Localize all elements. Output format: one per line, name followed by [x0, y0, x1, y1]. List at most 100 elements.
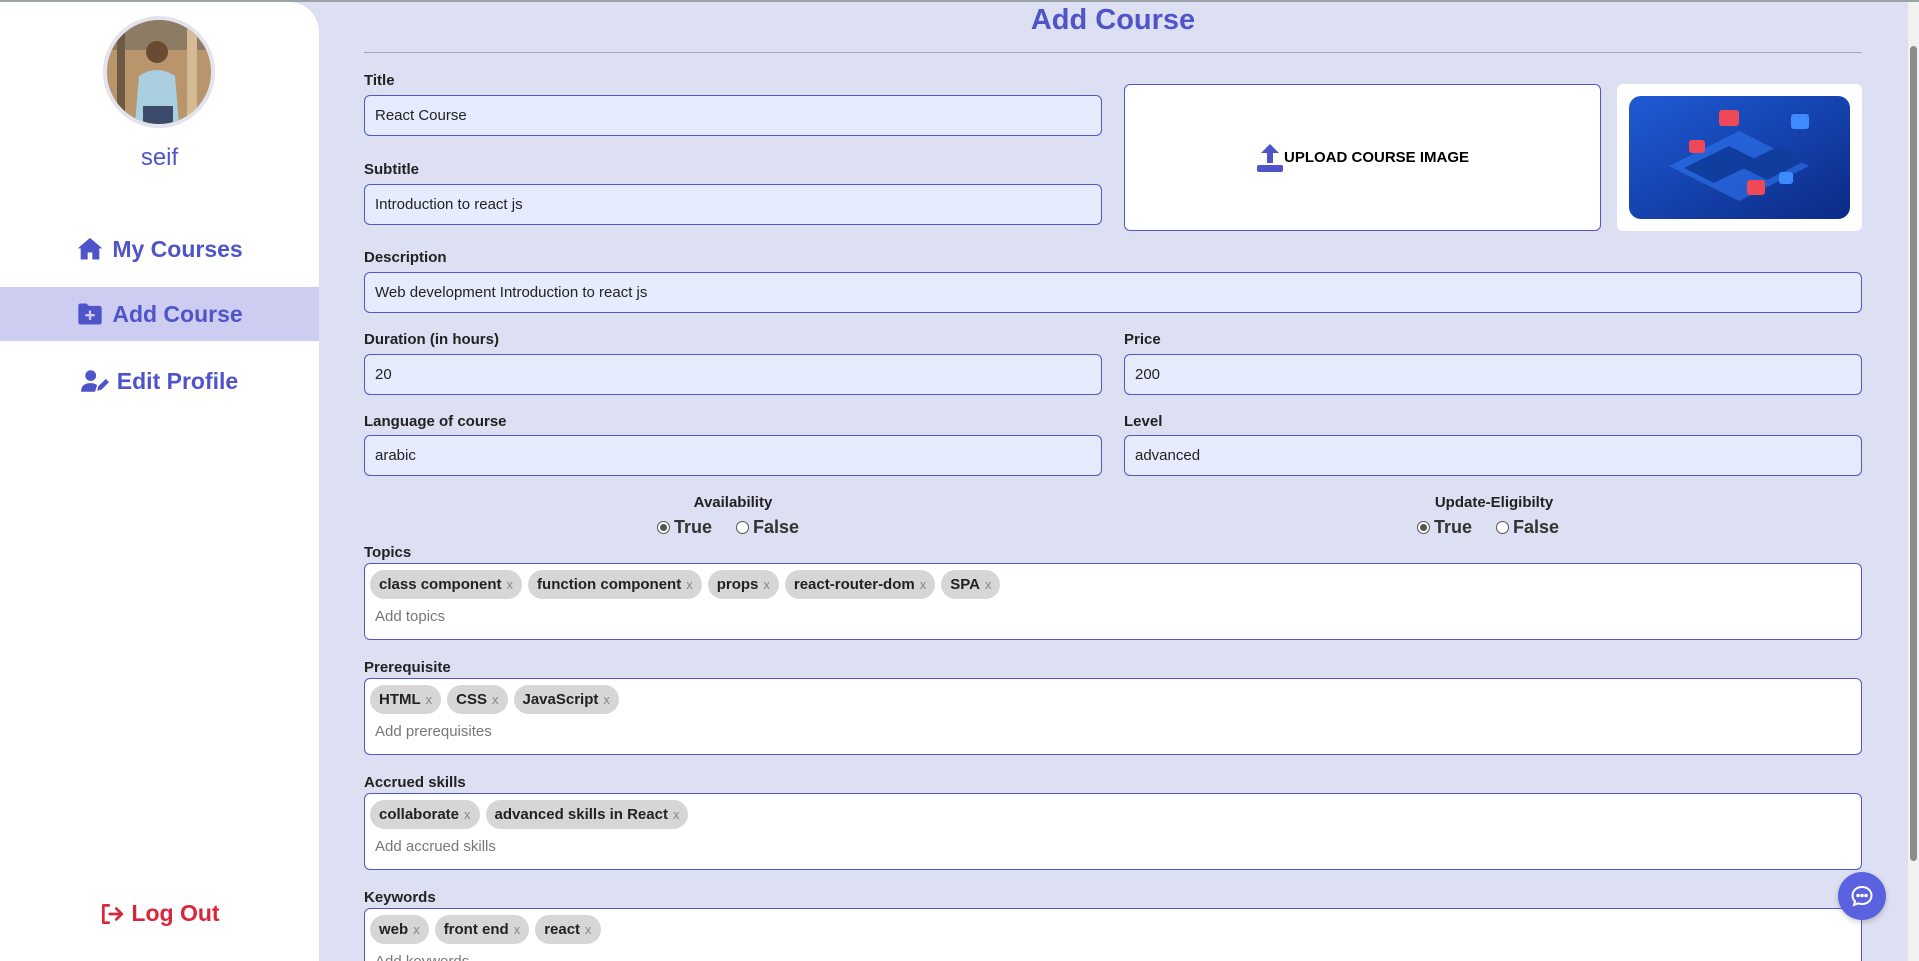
- tag-remove-icon[interactable]: x: [686, 577, 693, 592]
- course-image-preview: [1617, 84, 1862, 231]
- availability-true-radio[interactable]: True: [657, 517, 712, 538]
- radio-unchecked-icon: [736, 521, 750, 534]
- tag-label: props: [716, 576, 759, 593]
- tag: react x: [535, 915, 601, 944]
- tag: collaborate x: [370, 800, 480, 829]
- radio-checked-icon: [1417, 521, 1430, 534]
- radio-label: False: [1513, 517, 1560, 537]
- tag: SPA x: [941, 570, 1001, 599]
- availability-label: Availability: [693, 494, 773, 511]
- topics-input[interactable]: [375, 608, 875, 625]
- tag-label: SPA: [950, 576, 980, 593]
- keywords-tag-input[interactable]: web x front end x react x: [364, 908, 1862, 961]
- tag: HTML x: [370, 685, 442, 714]
- tag-remove-icon[interactable]: x: [507, 577, 514, 592]
- tag-remove-icon[interactable]: x: [585, 922, 592, 937]
- logout-button[interactable]: Log Out: [0, 900, 319, 927]
- accrued-skills-input[interactable]: [375, 838, 875, 855]
- duration-field[interactable]: [364, 354, 1102, 395]
- subtitle-field[interactable]: [364, 184, 1102, 225]
- availability-false-radio[interactable]: False: [736, 517, 799, 538]
- tag-remove-icon[interactable]: x: [603, 692, 610, 707]
- tag-remove-icon[interactable]: x: [985, 577, 992, 592]
- tag-label: HTML: [379, 691, 421, 708]
- prerequisite-input[interactable]: [375, 723, 875, 740]
- tag: react-router-dom x: [784, 570, 936, 599]
- course-image: [1629, 96, 1850, 219]
- upload-label: UPLOAD COURSE IMAGE: [1283, 149, 1469, 166]
- price-label: Price: [1124, 331, 1161, 348]
- description-field[interactable]: [364, 272, 1862, 313]
- tag-list: HTML x CSS x JavaScript x: [370, 685, 619, 714]
- topics-tag-input[interactable]: class component x function component x pro…: [364, 563, 1862, 640]
- prerequisite-label: Prerequisite: [364, 659, 451, 676]
- language-label: Language of course: [364, 413, 507, 430]
- duration-label: Duration (in hours): [364, 331, 499, 348]
- tag-remove-icon[interactable]: x: [920, 577, 927, 592]
- radio-checked-icon: [657, 521, 670, 534]
- username: seif: [140, 144, 179, 171]
- course-image-illustration: [1629, 96, 1850, 219]
- tag-label: function component: [537, 576, 682, 593]
- tag: front end x: [434, 915, 530, 944]
- accrued-skills-label: Accrued skills: [364, 774, 466, 791]
- tag: props x: [707, 570, 779, 599]
- tag-remove-icon[interactable]: x: [492, 692, 499, 707]
- tag: CSS x: [447, 685, 508, 714]
- price-field[interactable]: [1124, 354, 1862, 395]
- level-field[interactable]: [1124, 435, 1862, 476]
- sidebar-item-label: My Courses: [112, 235, 243, 262]
- tag: class component x: [370, 570, 523, 599]
- update-eligibility-true-radio[interactable]: True: [1417, 517, 1472, 538]
- update-eligibility-label: Update-Eligibilty: [1434, 494, 1554, 511]
- tag: web x: [370, 915, 429, 944]
- sidebar-item-add-course[interactable]: Add Course: [0, 287, 319, 341]
- prerequisite-tag-input[interactable]: HTML x CSS x JavaScript x: [364, 678, 1862, 755]
- title-field[interactable]: [364, 95, 1102, 136]
- tag-label: collaborate: [379, 806, 460, 823]
- tag-remove-icon[interactable]: x: [426, 692, 433, 707]
- language-field[interactable]: [364, 435, 1102, 476]
- description-label: Description: [364, 249, 447, 266]
- upload-image-button[interactable]: UPLOAD COURSE IMAGE: [1124, 84, 1601, 231]
- radio-unchecked-icon: [1496, 521, 1510, 534]
- page-scrollbar[interactable]: [1908, 2, 1919, 961]
- tag-remove-icon[interactable]: x: [514, 922, 521, 937]
- user-edit-icon: [80, 370, 109, 392]
- tag-label: JavaScript: [522, 691, 599, 708]
- chat-bubble-icon: [1851, 885, 1873, 907]
- tag-list: web x front end x react x: [370, 915, 601, 944]
- availability-radio-group: True False: [657, 517, 799, 538]
- sidebar-item-edit-profile[interactable]: Edit Profile: [0, 354, 319, 408]
- tag-remove-icon[interactable]: x: [464, 807, 471, 822]
- title-divider: [364, 52, 1862, 53]
- radio-label: False: [753, 517, 800, 537]
- home-icon: [78, 237, 103, 260]
- accrued-skills-tag-input[interactable]: collaborate x advanced skills in React x: [364, 793, 1862, 870]
- tag-label: advanced skills in React: [494, 806, 668, 823]
- avatar: [103, 16, 215, 128]
- upload-icon: [1256, 143, 1283, 172]
- sidebar-item-my-courses[interactable]: My Courses: [0, 222, 319, 276]
- tag-remove-icon[interactable]: x: [763, 577, 770, 592]
- radio-label: True: [674, 517, 713, 537]
- tag-label: front end: [443, 921, 509, 938]
- logout-icon: [102, 903, 124, 924]
- keywords-label: Keywords: [364, 889, 436, 906]
- logout-label: Log Out: [131, 900, 220, 926]
- tag-remove-icon[interactable]: x: [413, 922, 420, 937]
- title-label: Title: [364, 72, 395, 89]
- tag-remove-icon[interactable]: x: [673, 807, 680, 822]
- level-label: Level: [1124, 413, 1163, 430]
- sidebar-item-label: Add Course: [112, 300, 243, 327]
- keywords-input[interactable]: [375, 953, 875, 961]
- sidebar: seif My Courses Add Course Edit Profile …: [0, 2, 319, 961]
- chat-button[interactable]: [1838, 872, 1886, 920]
- scrollbar-thumb[interactable]: [1910, 46, 1917, 861]
- tag-label: class component: [379, 576, 502, 593]
- update-eligibility-false-radio[interactable]: False: [1496, 517, 1559, 538]
- subtitle-label: Subtitle: [364, 161, 419, 178]
- tag-label: CSS: [456, 691, 487, 708]
- tag-label: react-router-dom: [793, 576, 915, 593]
- tag: function component x: [528, 570, 702, 599]
